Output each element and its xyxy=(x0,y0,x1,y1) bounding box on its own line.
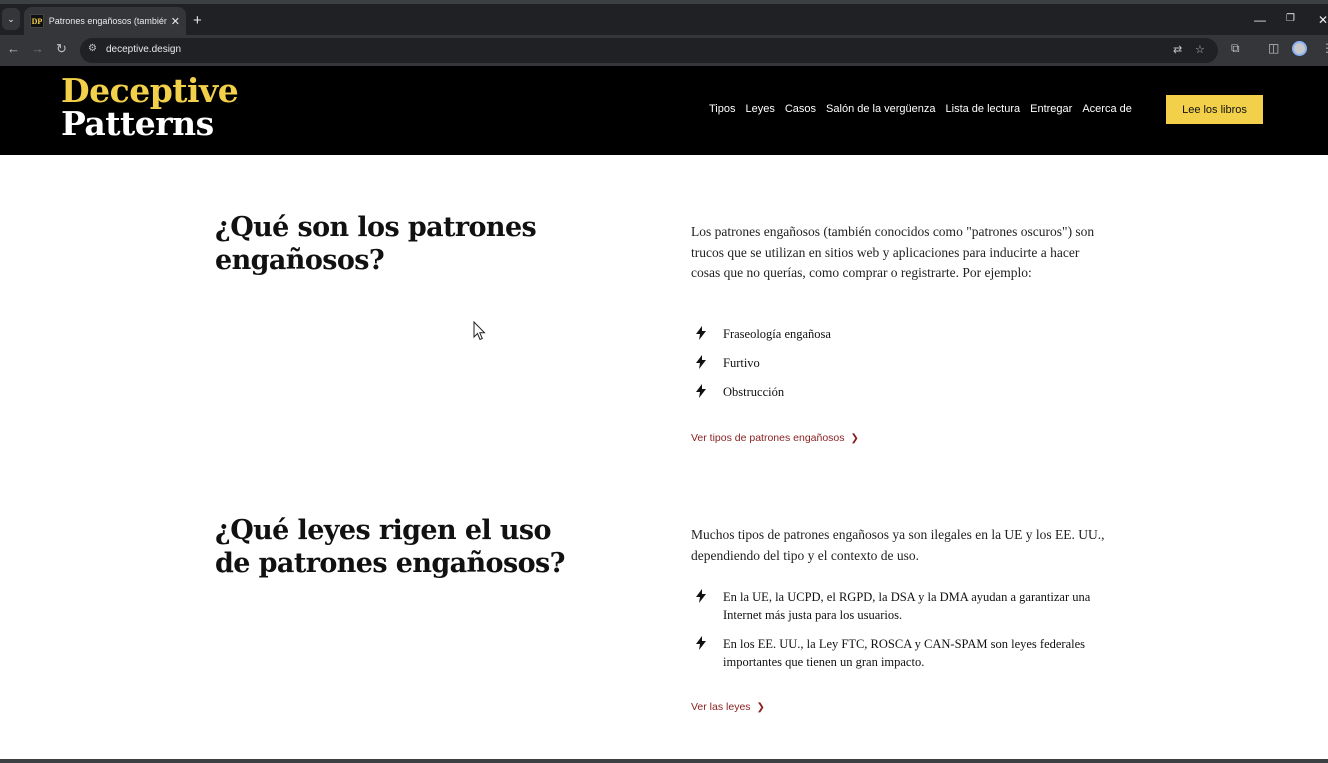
forward-icon[interactable]: → xyxy=(31,41,44,56)
browser-toolbar: ← → ↻ ⚙ deceptive.design ⇄ ☆ ⧉ ◫ ⋮ xyxy=(0,35,1328,66)
nav-item-tipos[interactable]: Tipos xyxy=(709,103,736,115)
star-icon[interactable]: ☆ xyxy=(1195,43,1205,56)
lightning-bolt-icon xyxy=(696,636,706,650)
reload-icon[interactable]: ↻ xyxy=(56,41,67,57)
back-icon[interactable]: ← xyxy=(7,41,20,56)
chevron-right-icon: ❯ xyxy=(850,433,859,444)
read-books-button[interactable]: Lee los libros xyxy=(1166,95,1263,124)
link-label: Ver tipos de patrones engañosos xyxy=(691,432,845,444)
close-window-icon[interactable]: ✕ xyxy=(1318,13,1328,27)
close-tab-icon[interactable]: ✕ xyxy=(171,15,180,28)
restore-icon[interactable]: ❐ xyxy=(1286,13,1295,24)
lightning-bolt-icon xyxy=(696,589,706,603)
address-bar[interactable]: ⚙ deceptive.design ⇄ ☆ xyxy=(80,38,1218,63)
site-logo[interactable]: Deceptive Patterns xyxy=(61,71,239,143)
logo-line-2: Patterns xyxy=(61,104,214,143)
nav-item-leyes[interactable]: Leyes xyxy=(746,103,775,115)
site-favicon: DP xyxy=(30,14,44,28)
list-item-label: Fraseología engañosa xyxy=(723,327,831,341)
section-intro-laws: Muchos tipos de patrones engañosos ya so… xyxy=(691,527,1105,563)
new-tab-plus-icon[interactable]: + xyxy=(193,12,202,30)
see-laws-link[interactable]: Ver las leyes ❯ xyxy=(691,701,765,713)
nav-item-entregar[interactable]: Entregar xyxy=(1030,103,1072,115)
site-header: Deceptive Patterns Tipos Leyes Casos Sal… xyxy=(0,66,1328,155)
list-item-label: Obstrucción xyxy=(723,385,785,399)
extensions-icon[interactable]: ⧉ xyxy=(1231,41,1240,56)
nav-item-lista-lectura[interactable]: Lista de lectura xyxy=(946,103,1021,115)
browser-tab-bar: ⌄ DP Patrones engañosos (también c ✕ + —… xyxy=(0,0,1328,35)
list-item-label: Furtivo xyxy=(723,356,760,370)
lightning-bolt-icon xyxy=(696,326,706,340)
translate-icon[interactable]: ⇄ xyxy=(1173,43,1182,56)
minimize-icon[interactable]: — xyxy=(1254,13,1266,27)
window-bottom-edge xyxy=(0,759,1328,763)
tab-title: Patrones engañosos (también c xyxy=(48,16,167,26)
url-text[interactable]: deceptive.design xyxy=(106,44,181,55)
lightning-bolt-icon xyxy=(696,384,706,398)
profile-avatar[interactable] xyxy=(1292,41,1307,56)
logo-line-1: Deceptive xyxy=(61,71,239,110)
lightning-bolt-icon xyxy=(696,355,706,369)
site-settings-icon[interactable]: ⚙ xyxy=(88,43,97,54)
nav-item-acerca[interactable]: Acerca de xyxy=(1082,103,1132,115)
nav-item-salon[interactable]: Salón de la vergüenza xyxy=(826,103,935,115)
mouse-cursor-icon xyxy=(473,321,486,341)
menu-icon[interactable]: ⋮ xyxy=(1321,41,1328,55)
list-item-label: En la UE, la UCPD, el RGPD, la DSA y la … xyxy=(723,590,1091,622)
chevron-right-icon: ❯ xyxy=(756,702,765,713)
list-item-label: En los EE. UU., la Ley FTC, ROSCA y CAN-… xyxy=(723,637,1086,669)
split-view-icon[interactable]: ◫ xyxy=(1268,41,1279,55)
nav-item-casos[interactable]: Casos xyxy=(785,103,816,115)
section-intro-what-are: Los patrones engañosos (también conocido… xyxy=(691,224,1095,280)
browser-tab[interactable]: DP Patrones engañosos (también c ✕ xyxy=(24,7,186,35)
section-title-what-are: ¿Qué son los patrones engañosos? xyxy=(215,212,537,276)
link-label: Ver las leyes xyxy=(691,701,751,713)
section-title-laws: ¿Qué leyes rigen el uso de patrones enga… xyxy=(215,515,565,579)
tab-search-chevron-icon[interactable]: ⌄ xyxy=(2,8,20,30)
main-nav: Tipos Leyes Casos Salón de la vergüenza … xyxy=(709,103,1132,115)
see-pattern-types-link[interactable]: Ver tipos de patrones engañosos ❯ xyxy=(691,432,859,444)
